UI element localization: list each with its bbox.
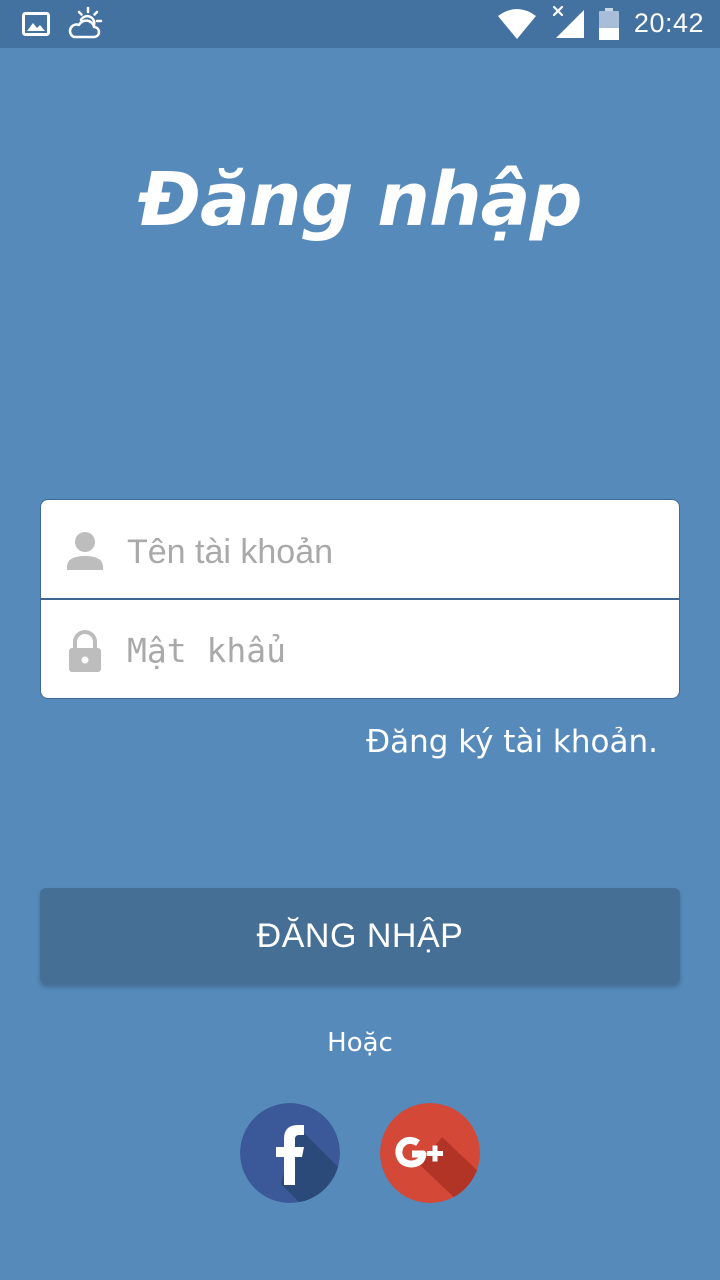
or-divider-text: Hoặc: [327, 1028, 393, 1058]
password-row: [41, 600, 679, 698]
password-input[interactable]: [127, 622, 657, 678]
weather-icon: [66, 6, 104, 45]
battery-icon: [599, 8, 619, 45]
signal-icon: [550, 4, 586, 45]
wifi-icon: [497, 8, 537, 45]
status-bar: 20:42: [0, 0, 720, 48]
register-link[interactable]: Đăng ký tài khoản.: [366, 724, 658, 760]
facebook-login-button[interactable]: [240, 1103, 340, 1203]
facebook-icon: [240, 1103, 340, 1203]
login-form: [40, 499, 680, 699]
image-icon: [22, 12, 50, 41]
username-input[interactable]: [127, 524, 657, 580]
status-time: 20:42: [633, 8, 704, 38]
login-button[interactable]: ĐĂNG NHẬP: [40, 888, 680, 984]
username-row: [41, 500, 679, 600]
lock-icon: [65, 630, 105, 674]
user-icon: [65, 530, 105, 574]
google-plus-login-button[interactable]: [380, 1103, 480, 1203]
page-title: Đăng nhập: [138, 157, 582, 243]
google-plus-icon: [380, 1103, 480, 1203]
